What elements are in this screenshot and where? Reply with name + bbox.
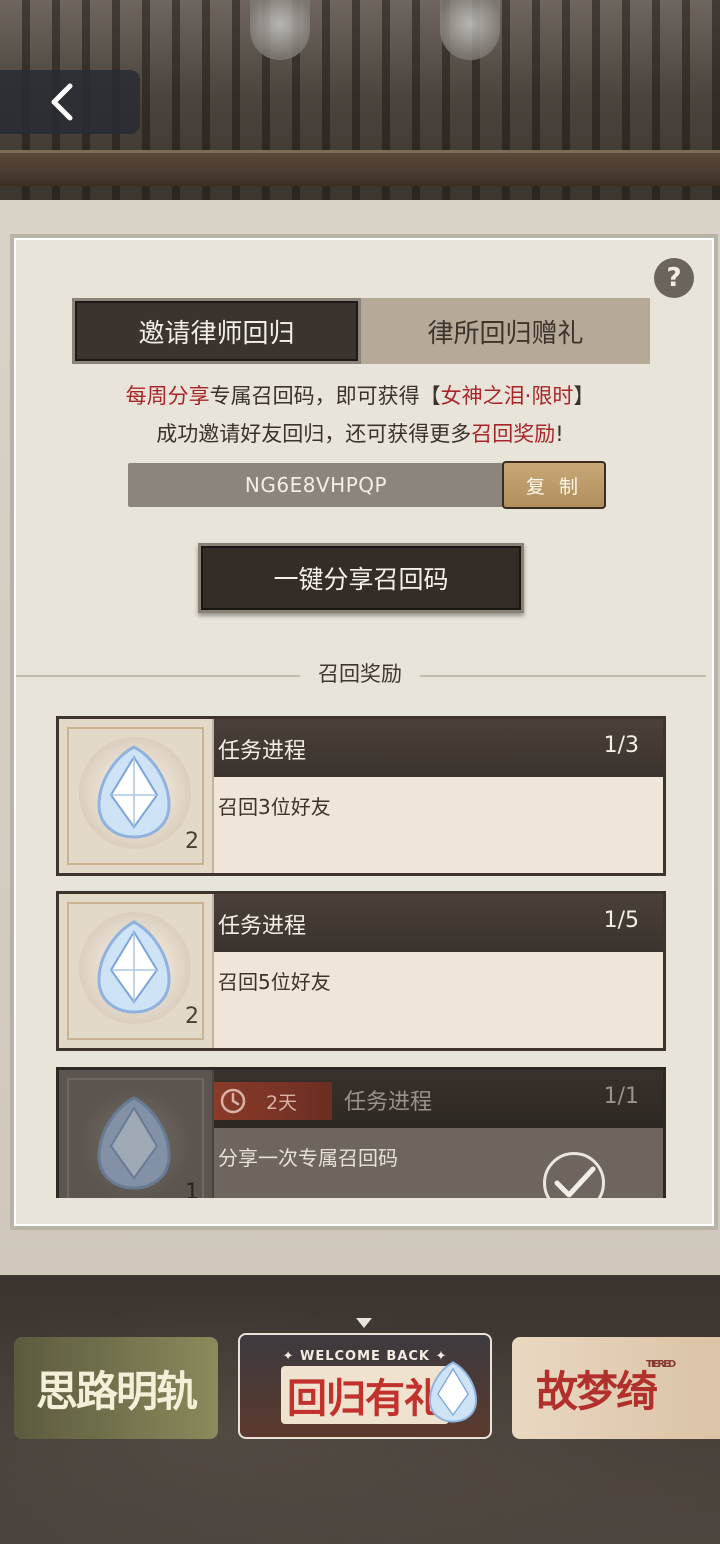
balcony-rail — [0, 150, 720, 186]
selected-indicator-icon — [356, 1318, 372, 1328]
share-recall-code-button[interactable]: 一键分享召回码 — [198, 543, 524, 613]
weekly-share-text: 每周分享 — [125, 384, 210, 408]
banner-title: 思路明轨 — [35, 1366, 198, 1416]
task-description: 召回3位好友 — [218, 795, 331, 819]
description-line-2: 成功邀请好友回归，还可获得更多召回奖励! — [20, 418, 700, 448]
banner-event-right[interactable]: 故梦绮 TIERED — [512, 1337, 720, 1439]
tab-firm-return-gift[interactable]: 律所回归赠礼 — [361, 298, 650, 364]
clock-icon — [220, 1088, 246, 1114]
help-button[interactable]: ? — [654, 258, 694, 298]
task-header: 任务进程 1/5 — [214, 894, 663, 952]
description-text: 成功邀请好友回归，还可获得更多 — [156, 422, 472, 446]
recall-code-value: NG6E8VHPQP — [244, 473, 388, 497]
banner-welcome-back[interactable]: ✦ WELCOME BACK ✦ 回归有礼 — [238, 1333, 492, 1439]
banner-title: 回归有礼 — [281, 1365, 449, 1424]
banner-event-left[interactable]: 思路明轨 — [14, 1337, 218, 1439]
banner-subtitle: TIERED — [646, 1359, 676, 1370]
description-line-1: 每周分享专属召回码，即可获得【女神之泪·限时】 — [20, 380, 700, 410]
tab-invite-lawyer-return[interactable]: 邀请律师回归 — [72, 298, 361, 364]
tear-gem-icon — [428, 1361, 478, 1423]
checkmark-icon — [554, 1166, 596, 1198]
recall-reward-text: 召回奖励 — [471, 422, 556, 446]
reward-count: 2 — [185, 1004, 199, 1029]
timer-badge: 2天 — [214, 1082, 332, 1120]
task-header-title: 任务进程 — [218, 914, 307, 939]
reward-name-text: 女神之泪·限时 — [440, 384, 574, 408]
task-card: 2 任务进程 1/3 召回3位好友 — [56, 716, 666, 876]
task-description: 分享一次专属召回码 — [218, 1146, 398, 1170]
task-card: 2 任务进程 1/5 召回5位好友 — [56, 891, 666, 1051]
task-progress: 1/1 — [603, 1084, 639, 1109]
task-header: 任务进程 1/3 — [214, 719, 663, 777]
tear-gem-icon — [97, 1096, 171, 1190]
chandelier-lamp — [250, 0, 310, 60]
task-description: 召回5位好友 — [218, 970, 331, 994]
reward-slot[interactable]: 2 — [59, 719, 214, 873]
back-button[interactable] — [0, 70, 140, 134]
copy-button[interactable]: 复 制 — [502, 461, 606, 509]
tear-gem-icon — [97, 920, 171, 1014]
task-progress: 1/3 — [603, 733, 639, 758]
section-title: 召回奖励 — [300, 658, 420, 688]
reward-count: 1 — [185, 1180, 199, 1198]
banner-title: 故梦绮 — [536, 1366, 658, 1416]
chevron-left-icon — [51, 83, 73, 121]
description-text: 专属召回码，即可获得【 — [209, 384, 441, 408]
description-text: 】 — [573, 384, 595, 408]
tab-bar: 邀请律师回归 律所回归赠礼 — [72, 298, 650, 364]
task-card-completed: 1 任务进程 1/1 2天 分享一次专属召回码 — [56, 1067, 666, 1198]
reward-count: 2 — [185, 829, 199, 854]
task-list[interactable]: 2 任务进程 1/3 召回3位好友 2 任务进程 1/5 召回5位好友 1 任务… — [0, 700, 720, 1198]
reward-slot[interactable]: 1 — [59, 1070, 214, 1198]
task-header-title: 任务进程 — [344, 1090, 433, 1115]
tear-gem-icon — [97, 745, 171, 839]
description-text: ! — [555, 422, 564, 446]
task-progress: 1/5 — [603, 908, 639, 933]
chandelier-lamp — [440, 0, 500, 60]
task-header-title: 任务进程 — [218, 739, 307, 764]
timer-text: 2天 — [266, 1091, 298, 1114]
banner-subtitle: ✦ WELCOME BACK ✦ — [282, 1348, 448, 1364]
completed-check-icon — [543, 1152, 605, 1198]
reward-slot[interactable]: 2 — [59, 894, 214, 1048]
